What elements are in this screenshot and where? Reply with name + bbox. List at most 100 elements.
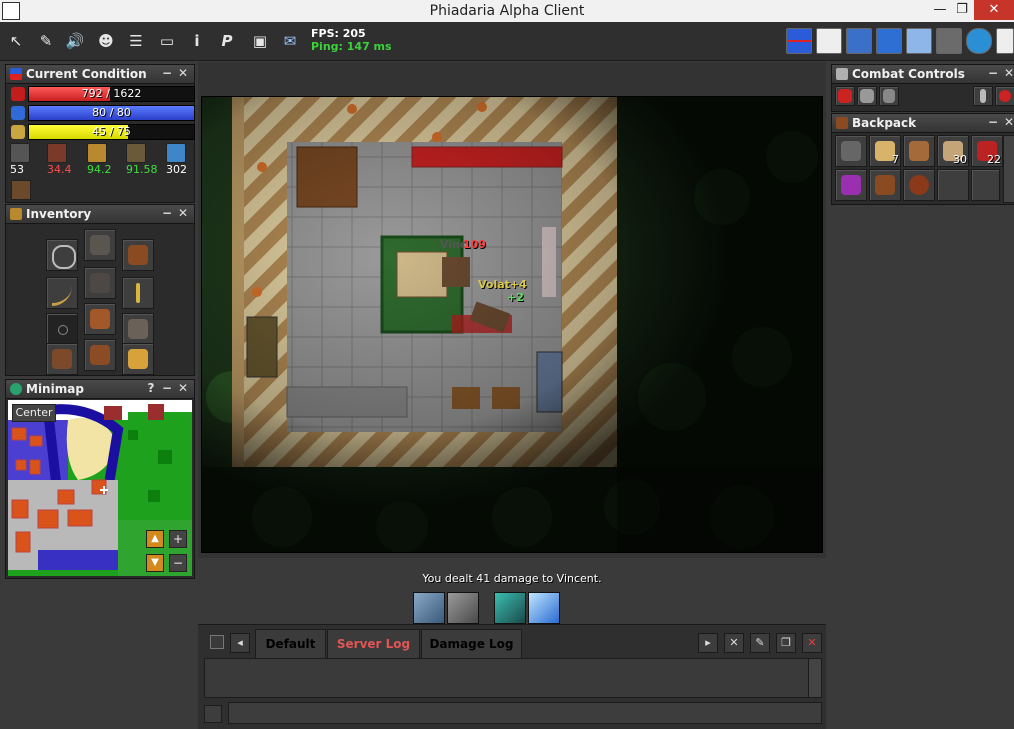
hotbar-slot-spell[interactable] bbox=[528, 592, 560, 624]
log-icon[interactable] bbox=[996, 28, 1014, 54]
meat-icon bbox=[909, 175, 929, 195]
stat-level: 53 bbox=[10, 143, 40, 176]
minimize-panel-button[interactable]: − bbox=[160, 66, 174, 80]
restore-button[interactable]: ❐ bbox=[948, 0, 976, 20]
chat-prev-tab-button[interactable]: ◂ bbox=[230, 633, 250, 653]
bow-icon bbox=[52, 283, 72, 306]
person-icon bbox=[980, 89, 986, 103]
minimize-panel-button[interactable]: − bbox=[986, 115, 1000, 129]
close-panel-button[interactable]: ✕ bbox=[1002, 66, 1014, 80]
info-icon[interactable]: i bbox=[186, 30, 208, 52]
minimize-panel-button[interactable]: − bbox=[160, 206, 174, 220]
chat-scrollbar[interactable] bbox=[808, 658, 822, 698]
notes-icon[interactable] bbox=[816, 28, 842, 54]
mana-value: 80 / 80 bbox=[92, 106, 131, 119]
close-panel-button[interactable]: ✕ bbox=[176, 66, 190, 80]
backpack-slot[interactable]: 30 bbox=[937, 135, 969, 167]
backpack-slot[interactable]: 22 bbox=[971, 135, 1003, 167]
game-viewport[interactable]: Vinc 109 Volat+4 +2 bbox=[201, 96, 823, 553]
zoom-in-button[interactable]: + bbox=[169, 530, 187, 548]
speaker-icon[interactable]: 🔊 bbox=[64, 30, 86, 52]
follow-mode-button[interactable] bbox=[973, 86, 993, 106]
chat-toggle-checkbox[interactable] bbox=[210, 635, 224, 649]
tab-server-log[interactable]: Server Log bbox=[327, 629, 420, 659]
backpack-slot[interactable] bbox=[971, 169, 1000, 201]
slot-backpack[interactable] bbox=[122, 239, 154, 271]
world-icon[interactable] bbox=[966, 28, 992, 54]
slot-ring[interactable] bbox=[46, 313, 78, 345]
floor-up-button[interactable]: ▲ bbox=[146, 530, 164, 548]
close-panel-button[interactable]: ✕ bbox=[176, 206, 190, 220]
slot-armor[interactable] bbox=[84, 267, 116, 299]
character-icon[interactable]: ☻ bbox=[95, 30, 117, 52]
panel-title: Inventory bbox=[26, 207, 92, 221]
backpack-slot[interactable]: 7 bbox=[869, 135, 901, 167]
pen-icon[interactable]: ✎ bbox=[35, 30, 57, 52]
close-panel-button[interactable]: ✕ bbox=[1002, 115, 1014, 129]
shield-icon bbox=[883, 89, 895, 103]
close-window-button[interactable]: ✕ bbox=[974, 0, 1014, 20]
chat-close-tab-icon[interactable]: ✕ bbox=[724, 633, 744, 653]
inventory-icon bbox=[10, 208, 22, 220]
slot-legs[interactable] bbox=[84, 303, 116, 335]
crossed-swords-icon[interactable] bbox=[876, 28, 902, 54]
slot-helmet[interactable] bbox=[84, 229, 116, 261]
slot-necklace[interactable] bbox=[46, 239, 78, 271]
slot-boots[interactable] bbox=[84, 339, 116, 371]
premium-icon[interactable]: P bbox=[216, 30, 238, 52]
map-scroll-icon[interactable] bbox=[846, 28, 872, 54]
health-mana-icon[interactable] bbox=[786, 28, 812, 54]
stop-attack-button[interactable] bbox=[835, 86, 855, 106]
slot-bag[interactable] bbox=[46, 343, 78, 375]
backpack-slot[interactable] bbox=[835, 135, 867, 167]
slot-right-hand[interactable] bbox=[122, 277, 154, 309]
chat-channel-icon[interactable] bbox=[204, 705, 222, 723]
minimap-help-button[interactable]: ? bbox=[144, 381, 158, 395]
mana-bar: 80 / 80 bbox=[28, 105, 195, 121]
backpack-slot[interactable] bbox=[903, 135, 935, 167]
chat-input[interactable] bbox=[228, 702, 822, 724]
party-icon[interactable] bbox=[906, 28, 932, 54]
chat-clear-icon[interactable]: ✎ bbox=[750, 633, 770, 653]
minimize-panel-button[interactable]: − bbox=[160, 381, 174, 395]
stop-icon bbox=[838, 89, 852, 103]
hotbar-slot-slash[interactable] bbox=[447, 592, 479, 624]
backpack-slot[interactable] bbox=[903, 169, 935, 201]
backpack-slot[interactable] bbox=[869, 169, 901, 201]
zoom-out-button[interactable]: − bbox=[169, 554, 187, 572]
pvp-mode-button[interactable] bbox=[995, 86, 1014, 106]
chat-next-tab-button[interactable]: ▸ bbox=[698, 633, 718, 653]
stat-level-value: 53 bbox=[10, 163, 24, 176]
stamina-bar: 45 / 75 bbox=[28, 124, 195, 140]
chat-new-window-icon[interactable]: ❐ bbox=[776, 633, 796, 653]
minimize-panel-button[interactable]: − bbox=[986, 66, 1000, 80]
screenshot-icon[interactable]: ▣ bbox=[249, 30, 271, 52]
backpack-slot[interactable] bbox=[835, 169, 867, 201]
close-panel-button[interactable]: ✕ bbox=[176, 381, 190, 395]
slot-ammo[interactable] bbox=[122, 343, 154, 375]
backpack-scrollbar[interactable] bbox=[1003, 135, 1014, 203]
attack-mode-button[interactable] bbox=[857, 86, 877, 106]
minimap-view[interactable] bbox=[8, 400, 192, 576]
slot-shield[interactable] bbox=[122, 313, 154, 345]
tab-damage-log[interactable]: Damage Log bbox=[421, 629, 522, 659]
cursor-icon[interactable]: ↖ bbox=[5, 30, 27, 52]
armor-icon bbox=[90, 273, 110, 293]
floor-down-button[interactable]: ▼ bbox=[146, 554, 164, 572]
chat-close-icon[interactable]: ✕ bbox=[802, 633, 822, 653]
panel-header: Combat Controls − ✕ bbox=[832, 65, 1014, 84]
window-icon[interactable]: ▭ bbox=[156, 30, 178, 52]
list-icon[interactable]: ☰ bbox=[125, 30, 147, 52]
defense-mode-button[interactable] bbox=[879, 86, 899, 106]
backpack-icon bbox=[128, 245, 148, 265]
skills-icon[interactable] bbox=[936, 28, 962, 54]
backpack-slot[interactable] bbox=[937, 169, 969, 201]
tab-default[interactable]: Default bbox=[255, 629, 326, 659]
hotbar-slot-ice-strike[interactable] bbox=[413, 592, 445, 624]
slot-left-hand[interactable] bbox=[46, 277, 78, 309]
minimap-center-button[interactable]: Center bbox=[12, 404, 56, 422]
hotbar-slot-lantern[interactable] bbox=[494, 592, 526, 624]
attack-icon bbox=[47, 143, 67, 163]
scroll-icon[interactable]: ✉ bbox=[279, 30, 301, 52]
inventory-panel: Inventory − ✕ bbox=[5, 204, 195, 376]
